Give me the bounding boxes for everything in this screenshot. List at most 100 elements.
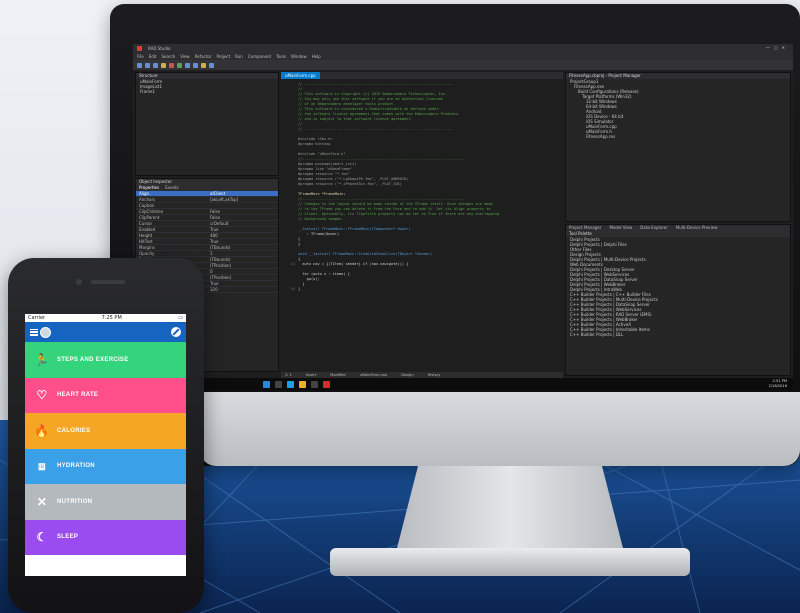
tile-heart-rate[interactable]: ♡ HEART RATE [25,377,186,413]
structure-pane: Structure uMainForm ImageList1 Frame1 [135,72,279,176]
property-value[interactable]: crDefault [207,221,278,226]
tile-sleep[interactable]: ☾ SLEEP [25,519,186,555]
menu-item-refactor[interactable]: Refactor [195,54,212,59]
code-text: void __fastcall TFrameMain::ItemGridItem… [298,252,433,256]
menu-item-help[interactable]: Help [312,54,321,59]
code-editor[interactable]: uMainForm.cpp // -----------------------… [281,72,563,372]
property-value[interactable]: (TPosition) [207,263,278,268]
property-value[interactable]: 0 [207,269,278,274]
menu-item-search[interactable]: Search [161,54,175,59]
monitor-stand-base [330,548,690,576]
search-icon[interactable] [275,380,282,388]
clock-date: 2/18/2016 [768,383,787,388]
property-name: Cursor [139,221,153,226]
code-text: // and is subject to that software licen… [298,117,413,121]
run-icon[interactable] [177,62,182,68]
property-name: Caption [139,203,155,208]
project-manager-pane: FitnessApp.cbproj - Project Manager Proj… [565,72,791,222]
property-name: Align [139,191,150,196]
ide-title: RAD Studio [148,45,171,51]
code-text: : TFrame(Owner) [298,232,340,236]
property-name: Opacity [139,251,155,256]
taskbar-clock[interactable]: 2:51 PM 2/18/2016 [769,379,787,388]
property-value[interactable]: 320 [207,287,278,292]
new-icon[interactable] [137,62,142,68]
step-icon[interactable] [193,62,198,68]
menu-item-window[interactable]: Window [291,54,307,59]
menu-button[interactable] [30,326,51,338]
stop-icon[interactable] [169,62,174,68]
code-line: 45} [281,287,563,292]
open-icon[interactable] [145,62,150,68]
project-item[interactable]: FitnessApp.res [566,134,790,139]
monitor-stand [395,466,625,556]
tile-label: NUTRITION [57,498,93,505]
menu-item-run[interactable]: Run [235,54,243,59]
folder-icon[interactable] [299,380,306,388]
property-value[interactable]: (TPosition) [207,275,278,280]
menu-item-file[interactable]: File [137,54,144,59]
property-name: Margins [139,245,155,250]
property-value[interactable]: 480 [207,233,278,238]
flame-icon: 🔥 [34,423,50,438]
browser-icon[interactable] [287,380,294,388]
ide-toolbar [133,60,793,70]
tile-steps-and-exercise[interactable]: 🏃 STEPS AND EXERCISE [25,342,186,378]
tile-nutrition[interactable]: ✕ NUTRITION [25,484,186,520]
save-all-icon[interactable] [161,62,166,68]
property-value[interactable]: (TBounds) [207,245,278,250]
menu-item-project[interactable]: Project [216,54,230,59]
code-text: auto nav = {(TItem) sender} if (nav.navi… [298,262,409,266]
property-value[interactable] [207,203,278,208]
property-value[interactable]: False [207,215,278,220]
menu-item-edit[interactable]: Edit [149,54,157,59]
phone-screen: Carrier 7:25 PM ▭ 🏃 STEPS AND EXERCISE ♡ HE… [25,314,186,576]
save-icon[interactable] [153,62,158,68]
palette-tab[interactable]: Model View [610,225,633,231]
tile-label: STEPS AND EXERCISE [57,356,129,363]
property-value[interactable]: [akLeft,akTop] [207,197,278,202]
property-name: Height [139,233,153,238]
start-icon[interactable] [263,380,270,388]
structure-item[interactable]: Frame1 [136,89,278,94]
code-text: // -------------------------------------… [298,127,454,131]
property-name: ClipParent [139,215,160,220]
moon-icon: ☾ [36,530,48,545]
window-controls[interactable]: —▢✕ [766,45,789,50]
store-icon[interactable] [311,380,318,388]
property-name: Enabled [139,227,156,232]
rad-studio-icon[interactable] [323,380,330,388]
build-icon[interactable] [201,62,206,68]
property-value[interactable]: True [207,239,278,244]
tile-label: HEART RATE [57,392,99,399]
app-header [25,322,186,342]
menu-item-view[interactable]: View [180,54,190,59]
phone-time: 7:25 PM [101,315,122,321]
code-text: // background images. [298,217,344,221]
property-value[interactable]: 1 [207,251,278,256]
tool-palette-pane: Project Manager Model View Data Explorer Mu… [565,224,791,376]
menu-item-component[interactable]: Component [248,54,271,59]
palette-tab[interactable]: Data Explorer [640,225,667,231]
tile-calories[interactable]: 🔥 CALORIES [25,413,186,449]
property-value[interactable]: False [207,209,278,214]
ide-screen: RAD Studio —▢✕ File Edit Search View Refacto… [133,44,793,390]
carrier-label: Carrier [28,315,46,321]
debug-icon[interactable] [185,62,190,68]
property-value[interactable]: alClient [207,191,278,196]
property-value[interactable]: True [207,281,278,286]
ide-titlebar: RAD Studio —▢✕ [133,44,793,52]
compass-icon[interactable] [171,327,181,337]
tile-hydration[interactable]: ⧈ HYDRATION [25,448,186,484]
palette-item[interactable]: C++ Builder Projects | DLL [566,332,790,337]
property-value[interactable]: (TBounds) [207,257,278,262]
tile-label: HYDRATION [57,463,95,470]
utensils-icon: ✕ [36,494,48,509]
line-number: 45 [290,287,295,291]
menu-item-tools[interactable]: Tools [276,54,286,59]
palette-tab[interactable]: Multi-Device Preview [676,225,718,231]
property-value[interactable]: True [207,227,278,232]
tab-editor-file[interactable]: uMainForm.cpp [281,72,320,79]
property-name: HitTest [139,239,153,244]
platform-icon[interactable] [209,62,214,68]
